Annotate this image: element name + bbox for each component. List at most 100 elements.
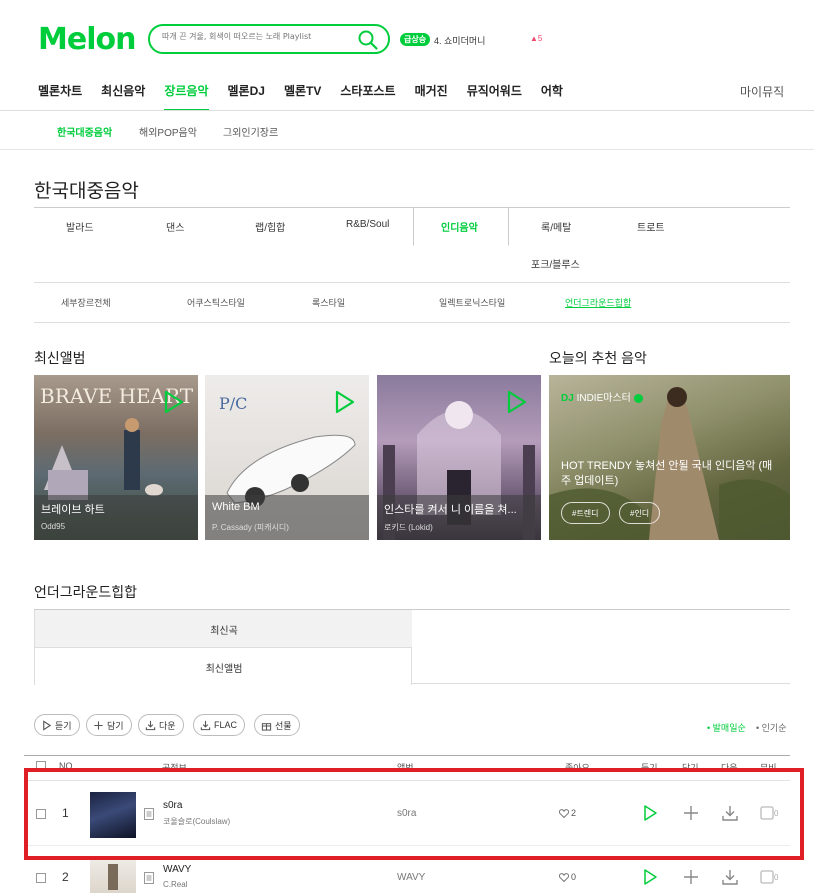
like-button[interactable]: 2: [559, 808, 576, 818]
row-rank: 1: [62, 806, 69, 820]
play-icon[interactable]: [641, 868, 659, 886]
plus-icon: [94, 720, 103, 730]
nav-item-language[interactable]: 어학: [541, 82, 563, 111]
nav-item-magazine[interactable]: 매거진: [415, 82, 448, 111]
genre-hiphop[interactable]: 랩/힙합: [255, 219, 285, 234]
button-label: FLAC: [214, 720, 238, 730]
genre-ballad[interactable]: 발라드: [66, 219, 94, 234]
button-label: 다운: [159, 720, 176, 731]
row-checkbox[interactable]: [36, 873, 46, 883]
album-artist[interactable]: P. Cassady (피캐시디): [212, 522, 289, 533]
genre-rnb[interactable]: R&B/Soul: [346, 219, 389, 230]
header-add: 담기: [682, 763, 699, 773]
sub-nav-korean[interactable]: 한국대중음악: [57, 124, 112, 139]
select-all-checkbox[interactable]: [36, 761, 46, 771]
download-icon[interactable]: [721, 804, 739, 822]
add-all-button[interactable]: 담기: [86, 714, 132, 736]
song-title[interactable]: s0ra: [163, 800, 182, 811]
nav-item-genre[interactable]: 장르음악: [164, 82, 209, 111]
download-icon: [200, 720, 211, 730]
song-info-icon[interactable]: [144, 808, 154, 820]
playlist-title[interactable]: HOT TRENDY 놓쳐선 안될 국내 인디음악 (매주 업데이트): [561, 459, 776, 489]
genre-dance[interactable]: 댄스: [166, 219, 184, 234]
gift-icon: [261, 722, 272, 731]
heart-icon: [559, 808, 569, 818]
tab-new-albums[interactable]: 최신앨범: [34, 647, 412, 685]
download-icon[interactable]: [721, 868, 739, 886]
song-title[interactable]: WAVY: [163, 864, 191, 875]
song-album[interactable]: WAVY: [397, 872, 425, 883]
flac-download-button[interactable]: FLAC: [193, 714, 246, 736]
album-card[interactable]: 인스타를 켜서 니 이름을 쳐... 로키드 (Lokid): [377, 375, 541, 540]
tab-new-songs[interactable]: 최신곡: [34, 610, 412, 647]
nav-item-new-music[interactable]: 최신음악: [101, 82, 145, 111]
playlist-tag[interactable]: #인디: [619, 502, 661, 524]
trending-keyword[interactable]: 4. 쇼미더머니: [434, 34, 485, 47]
album-artist[interactable]: Odd95: [41, 522, 65, 531]
nav-item-my-music[interactable]: 마이뮤직: [740, 83, 784, 100]
album-art-text: P/C: [219, 394, 247, 413]
song-album[interactable]: s0ra: [397, 808, 416, 819]
nav-item-dj[interactable]: 멜론DJ: [228, 82, 265, 111]
download-button[interactable]: 다운: [138, 714, 184, 736]
song-info-icon[interactable]: [144, 872, 154, 884]
sub-nav-pop[interactable]: 해외POP음악: [139, 124, 197, 139]
nav-item-starpost[interactable]: 스타포스트: [340, 82, 395, 111]
genre-folk[interactable]: 포크/블루스: [531, 256, 580, 271]
detail-acoustic[interactable]: 어쿠스틱스타일: [187, 296, 245, 309]
album-thumbnail[interactable]: [90, 792, 136, 838]
genre-indie[interactable]: 인디음악: [441, 219, 478, 234]
add-icon[interactable]: [682, 868, 700, 886]
album-card[interactable]: BRAVE HEART 브레이브 하트 Odd95: [34, 375, 198, 540]
search-input[interactable]: [162, 32, 352, 41]
like-button[interactable]: 0: [559, 872, 576, 882]
song-artist[interactable]: 코울슬로(Coulslaw): [163, 816, 230, 827]
play-icon[interactable]: [503, 389, 529, 415]
play-icon[interactable]: [160, 389, 186, 415]
genre-rock[interactable]: 록/메탈: [541, 219, 571, 234]
album-card[interactable]: P/C White BM P. Cassady (피캐시디): [205, 375, 369, 540]
row-rank: 2: [62, 870, 69, 884]
play-icon[interactable]: [331, 389, 357, 415]
genre-trot[interactable]: 트로트: [637, 219, 665, 234]
album-thumbnail[interactable]: WAVY: [90, 856, 136, 893]
playlist-tag[interactable]: #트렌디: [561, 502, 610, 524]
detail-genre-tabs: 세부장르전체 어쿠스틱스타일 록스타일 일렉트로닉스타일 언더그라운드힙합: [34, 283, 790, 323]
album-artist[interactable]: 로키드 (Lokid): [384, 522, 433, 533]
nav-item-tv[interactable]: 멜론TV: [284, 82, 321, 111]
search-bar: [148, 24, 390, 54]
album-title[interactable]: 브레이브 하트: [41, 501, 191, 517]
sort-release[interactable]: • 발매일순: [707, 721, 746, 734]
mv-count: 0: [774, 809, 779, 818]
header-download: 다운: [721, 763, 738, 773]
playlist-dj[interactable]: DJ INDIE마스터: [561, 389, 643, 404]
sub-nav-others[interactable]: 그외인기장르: [223, 124, 278, 139]
play-all-button[interactable]: 듣기: [34, 714, 80, 736]
trending-badge: 급상승: [400, 33, 431, 46]
genre-tabs: 발라드 댄스 랩/힙합 R&B/Soul 인디음악 록/메탈 트로트 포크/블루…: [34, 207, 790, 283]
header-play: 듣기: [641, 763, 658, 773]
recommend-playlist-card[interactable]: DJ INDIE마스터 HOT TRENDY 놓쳐선 안될 국내 인디음악 (매…: [549, 375, 790, 540]
gift-button[interactable]: 선물: [254, 714, 300, 736]
chart-tabs: 최신곡 최신앨범: [34, 609, 790, 685]
tab-new-songs-label: 최신곡: [210, 626, 238, 637]
album-title[interactable]: 인스타를 켜서 니 이름을 쳐...: [384, 501, 534, 517]
nav-item-awards[interactable]: 뮤직어워드: [467, 82, 522, 111]
row-checkbox[interactable]: [36, 809, 46, 819]
melon-logo[interactable]: Melon: [38, 22, 136, 57]
song-artist[interactable]: C.Real: [163, 880, 187, 889]
detail-rock-style[interactable]: 록스타일: [312, 296, 345, 309]
new-albums-title: 최신앨범: [34, 350, 86, 366]
add-icon[interactable]: [682, 804, 700, 822]
nav-item-chart[interactable]: 멜론차트: [38, 82, 82, 111]
album-title[interactable]: White BM: [212, 501, 362, 513]
detail-electronic[interactable]: 일렉트로닉스타일: [439, 296, 505, 309]
header-song: 곡정보: [162, 763, 187, 773]
play-icon[interactable]: [641, 804, 659, 822]
detail-underground-hiphop[interactable]: 언더그라운드힙합: [565, 296, 631, 309]
sub-nav: 한국대중음악 해외POP음악 그외인기장르: [0, 111, 814, 150]
search-icon[interactable]: [358, 30, 378, 50]
mv-count: 0: [774, 873, 779, 882]
sort-popular[interactable]: • 인기순: [756, 721, 787, 734]
detail-all[interactable]: 세부장르전체: [61, 296, 111, 309]
